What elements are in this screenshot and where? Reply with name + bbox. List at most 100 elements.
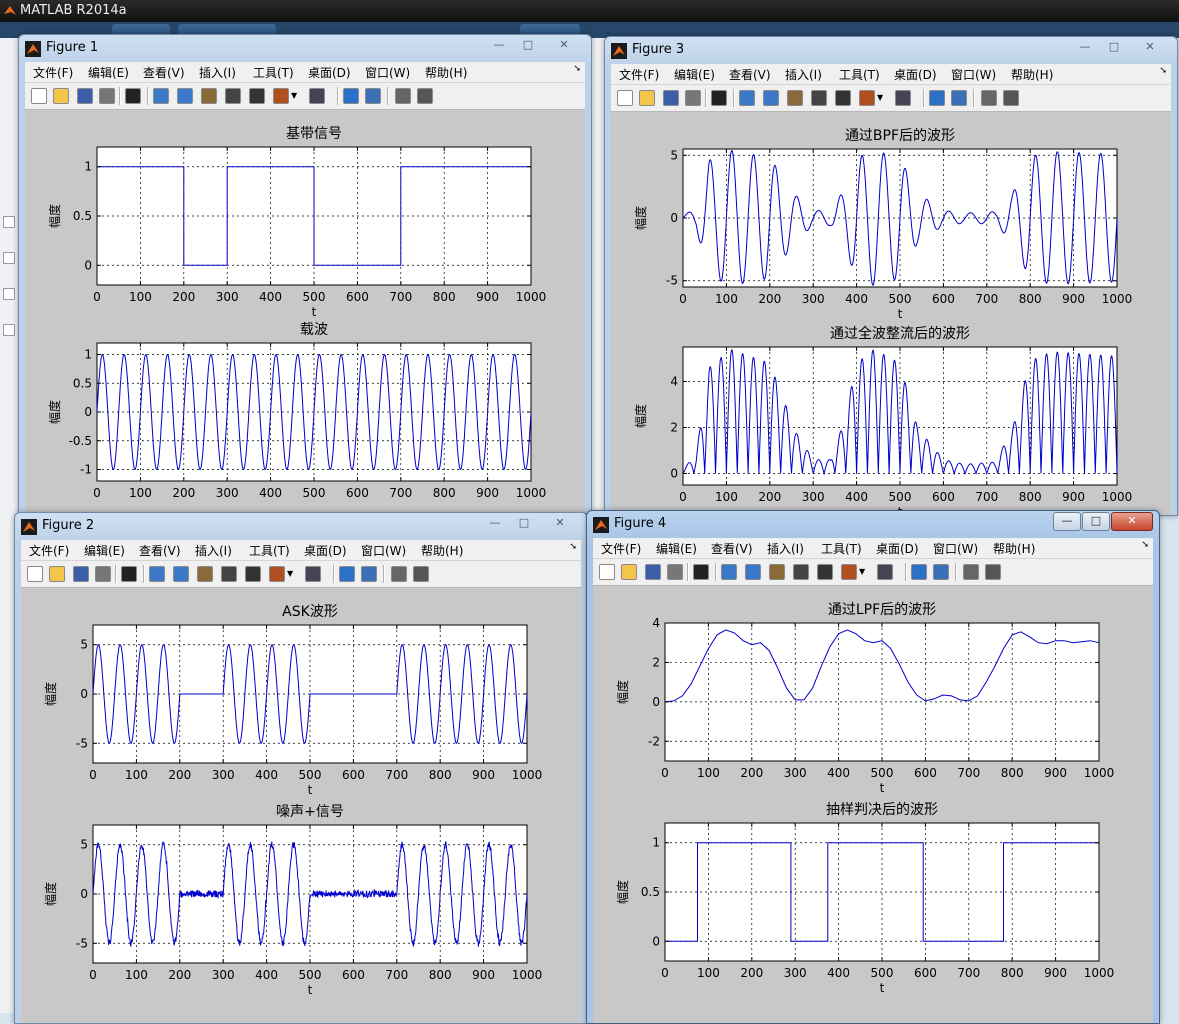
print-icon[interactable] [99,88,115,104]
new-file-icon[interactable] [31,88,47,104]
menu-insert[interactable]: 插入(I) [199,64,236,81]
menu-file[interactable]: 文件(F) [29,542,69,559]
link-plot-icon[interactable] [895,90,911,106]
legend-icon[interactable] [365,88,381,104]
brush-dropdown-icon[interactable]: ▼ [877,90,885,106]
menu-overflow-icon[interactable]: ➘ [1141,540,1149,550]
zoom-out-icon[interactable] [745,564,761,580]
minimize-button[interactable]: — [481,514,509,533]
menu-window[interactable]: 窗口(W) [361,542,406,559]
menu-edit[interactable]: 编辑(E) [656,540,697,557]
data-cursor-icon[interactable] [817,564,833,580]
close-button[interactable]: ✕ [539,514,581,533]
pointer-icon[interactable] [125,88,141,104]
menu-edit[interactable]: 编辑(E) [84,542,125,559]
menu-insert[interactable]: 插入(I) [785,66,822,83]
menu-window[interactable]: 窗口(W) [951,66,996,83]
figure-titlebar[interactable]: Figure 4 — □ ✕ [587,511,1159,537]
brush-icon[interactable] [273,88,289,104]
minimize-button[interactable]: — [1053,512,1081,531]
menu-tools[interactable]: 工具(T) [839,66,880,83]
print-icon[interactable] [95,566,111,582]
zoom-in-icon[interactable] [739,90,755,106]
zoom-in-icon[interactable] [149,566,165,582]
save-icon[interactable] [73,566,89,582]
maximize-button[interactable]: □ [510,514,538,533]
close-button[interactable]: ✕ [1129,38,1171,57]
hide-plot-tools-icon[interactable] [963,564,979,580]
brush-dropdown-icon[interactable]: ▼ [859,564,867,580]
menu-desktop[interactable]: 桌面(D) [894,66,937,83]
legend-icon[interactable] [933,564,949,580]
maximize-button[interactable]: □ [514,36,542,55]
menu-desktop[interactable]: 桌面(D) [304,542,347,559]
menu-view[interactable]: 查看(V) [139,542,181,559]
menu-edit[interactable]: 编辑(E) [88,64,129,81]
zoom-out-icon[interactable] [177,88,193,104]
menu-help[interactable]: 帮助(H) [421,542,463,559]
pan-hand-icon[interactable] [201,88,217,104]
open-folder-icon[interactable] [639,90,655,106]
rotate-3d-icon[interactable] [811,90,827,106]
menu-desktop[interactable]: 桌面(D) [876,540,919,557]
new-file-icon[interactable] [599,564,615,580]
pan-hand-icon[interactable] [787,90,803,106]
open-folder-icon[interactable] [53,88,69,104]
menu-tools[interactable]: 工具(T) [249,542,290,559]
save-icon[interactable] [645,564,661,580]
figure-window-3[interactable]: Figure 3 — □ ✕ 文件(F) 编辑(E) 查看(V) 插入(I) 工… [604,36,1178,516]
menu-help[interactable]: 帮助(H) [1011,66,1053,83]
colorbar-icon[interactable] [343,88,359,104]
tree-expander-icon[interactable] [3,216,15,228]
minimize-button[interactable]: — [485,36,513,55]
hide-plot-tools-icon[interactable] [391,566,407,582]
menu-tools[interactable]: 工具(T) [253,64,294,81]
menu-overflow-icon[interactable]: ➘ [573,64,581,74]
maximize-button[interactable]: □ [1100,38,1128,57]
colorbar-icon[interactable] [339,566,355,582]
figure-titlebar[interactable]: Figure 2 — □ ✕ [15,513,587,539]
new-file-icon[interactable] [27,566,43,582]
open-folder-icon[interactable] [621,564,637,580]
brush-icon[interactable] [841,564,857,580]
figure-titlebar[interactable]: Figure 3 — □ ✕ [605,37,1177,63]
menu-edit[interactable]: 编辑(E) [674,66,715,83]
menu-help[interactable]: 帮助(H) [993,540,1035,557]
show-plot-tools-icon[interactable] [985,564,1001,580]
menu-file[interactable]: 文件(F) [33,64,73,81]
brush-dropdown-icon[interactable]: ▼ [287,566,295,582]
menu-desktop[interactable]: 桌面(D) [308,64,351,81]
colorbar-icon[interactable] [911,564,927,580]
link-plot-icon[interactable] [309,88,325,104]
menu-overflow-icon[interactable]: ➘ [569,542,577,552]
open-folder-icon[interactable] [49,566,65,582]
pointer-icon[interactable] [693,564,709,580]
maximize-button[interactable]: □ [1082,512,1110,531]
menu-view[interactable]: 查看(V) [711,540,753,557]
pointer-icon[interactable] [121,566,137,582]
menu-view[interactable]: 查看(V) [143,64,185,81]
zoom-in-icon[interactable] [153,88,169,104]
brush-icon[interactable] [859,90,875,106]
tree-expander-icon[interactable] [3,288,15,300]
menu-window[interactable]: 窗口(W) [933,540,978,557]
hide-plot-tools-icon[interactable] [395,88,411,104]
zoom-out-icon[interactable] [763,90,779,106]
save-icon[interactable] [77,88,93,104]
close-button[interactable]: ✕ [543,36,585,55]
legend-icon[interactable] [361,566,377,582]
rotate-3d-icon[interactable] [221,566,237,582]
menu-window[interactable]: 窗口(W) [365,64,410,81]
zoom-in-icon[interactable] [721,564,737,580]
pointer-icon[interactable] [711,90,727,106]
close-button[interactable]: ✕ [1111,512,1153,531]
print-icon[interactable] [667,564,683,580]
menu-file[interactable]: 文件(F) [619,66,659,83]
show-plot-tools-icon[interactable] [413,566,429,582]
menu-help[interactable]: 帮助(H) [425,64,467,81]
show-plot-tools-icon[interactable] [417,88,433,104]
link-plot-icon[interactable] [877,564,893,580]
pan-hand-icon[interactable] [197,566,213,582]
menu-insert[interactable]: 插入(I) [767,540,804,557]
figure-window-4[interactable]: Figure 4 — □ ✕ 文件(F) 编辑(E) 查看(V) 插入(I) 工… [586,510,1160,1024]
